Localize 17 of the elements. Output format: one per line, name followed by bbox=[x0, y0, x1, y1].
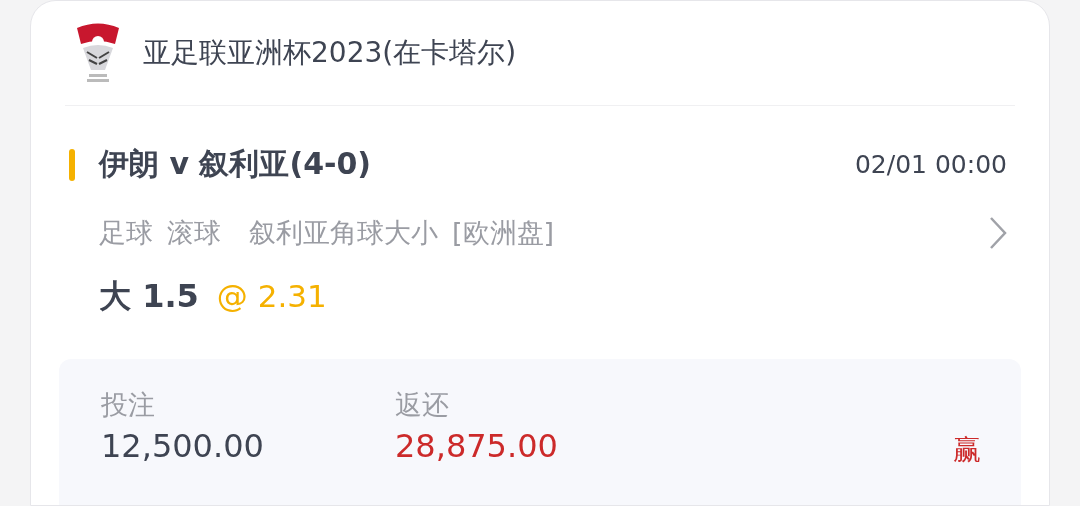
match-tag: [欧洲盘] bbox=[452, 215, 555, 251]
amount-label: 投注 bbox=[101, 388, 156, 422]
result-label: 赢 bbox=[953, 432, 981, 468]
match-tag: 滚球 bbox=[167, 215, 221, 251]
selection-pick: 大 1.5 bbox=[99, 276, 199, 317]
match-tag: 叙利亚角球大小 bbox=[249, 215, 438, 251]
league-name: 亚足联亚洲杯2023(在卡塔尔) bbox=[143, 35, 517, 71]
return-amount: 28,875.00 bbox=[395, 427, 559, 465]
match-tag: 足球 bbox=[99, 215, 153, 251]
amount-label: 返还 bbox=[395, 388, 450, 422]
accent-bar bbox=[69, 148, 75, 181]
stake-amount: 12,500.00 bbox=[101, 427, 265, 465]
chevron-right-icon[interactable] bbox=[989, 216, 1007, 250]
match-title: 伊朗 v 叙利亚(4-0) bbox=[99, 145, 373, 183]
trophy-icon bbox=[75, 22, 121, 84]
selection-odds: @ 2.31 bbox=[216, 278, 327, 314]
match-time: 02/01 00:00 bbox=[854, 150, 1007, 179]
